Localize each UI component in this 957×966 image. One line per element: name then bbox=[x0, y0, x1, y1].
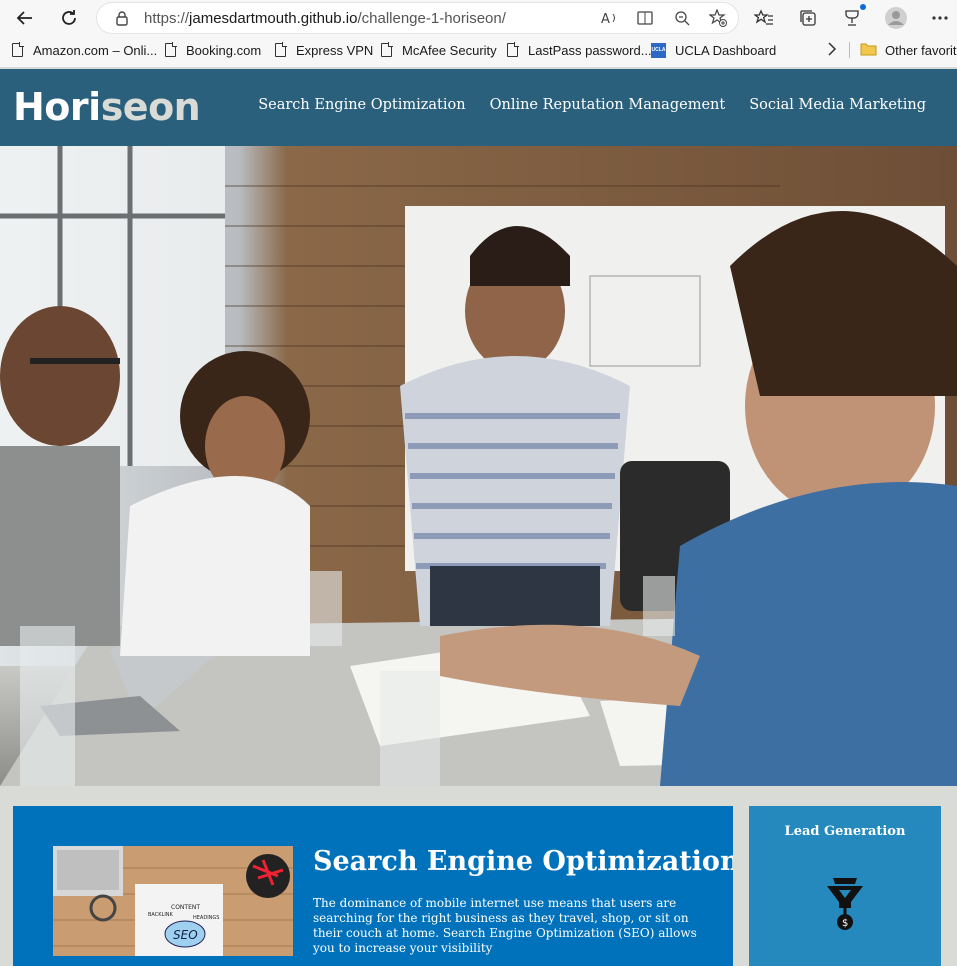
back-button[interactable] bbox=[10, 3, 40, 33]
svg-text:SEO: SEO bbox=[173, 928, 198, 942]
page-icon bbox=[275, 42, 287, 57]
bookmark-label: Amazon.com – Onli... bbox=[33, 42, 158, 58]
page-icon bbox=[12, 42, 24, 57]
collections-icon[interactable] bbox=[796, 6, 820, 30]
lock-icon[interactable] bbox=[113, 9, 131, 27]
profile-avatar[interactable] bbox=[884, 6, 908, 30]
address-row: https://jamesdartmouth.github.io/challen… bbox=[0, 0, 957, 36]
site-nav: Search Engine Optimization Online Reputa… bbox=[258, 97, 926, 113]
nav-link-social[interactable]: Social Media Marketing bbox=[749, 97, 926, 113]
url-text[interactable]: https://jamesdartmouth.github.io/challen… bbox=[144, 10, 506, 27]
seo-thumbnail: CONTENT HEADINGS BACKLINK SEO bbox=[53, 846, 293, 956]
benefit-title: Lead Generation bbox=[784, 824, 906, 839]
bookmark-label: UCLA Dashboard bbox=[675, 42, 777, 58]
section-body: The dominance of mobile internet use mea… bbox=[313, 896, 697, 955]
refresh-button[interactable] bbox=[54, 3, 84, 33]
bookmark-label: Other favorite bbox=[885, 42, 957, 58]
nav-link-reputation[interactable]: Online Reputation Management bbox=[490, 97, 726, 113]
page-icon bbox=[165, 42, 177, 57]
bookmark-mcafee[interactable]: McAfee Security bbox=[381, 42, 497, 58]
svg-text:$: $ bbox=[842, 918, 848, 929]
bookmarks-divider bbox=[849, 42, 850, 58]
bookmark-label: McAfee Security bbox=[402, 42, 497, 58]
arrow-left-icon bbox=[16, 11, 32, 25]
hero-image bbox=[0, 146, 957, 786]
url-scheme: https:// bbox=[144, 9, 190, 27]
refresh-icon bbox=[62, 10, 76, 25]
favorites-icon[interactable] bbox=[752, 6, 776, 30]
logo-part-2: seon bbox=[100, 85, 201, 129]
bookmark-lastpass[interactable]: LastPass password... bbox=[507, 42, 652, 58]
lead-generation-icon: $ bbox=[825, 876, 865, 945]
nav-link-seo[interactable]: Search Engine Optimization bbox=[258, 97, 465, 113]
url-host: jamesdartmouth.github.io bbox=[189, 9, 358, 27]
bookmark-amazon[interactable]: Amazon.com – Onli... bbox=[12, 42, 158, 58]
logo-part-1: Hori bbox=[13, 85, 101, 129]
bookmark-label: LastPass password... bbox=[528, 42, 652, 58]
svg-text:BACKLINK: BACKLINK bbox=[148, 912, 174, 918]
bookmarks-bar: Amazon.com – Onli... Booking.com Express… bbox=[0, 36, 957, 64]
bookmark-label: Express VPN bbox=[296, 42, 374, 58]
bookmark-ucla[interactable]: UCLA UCLA Dashboard bbox=[651, 42, 777, 58]
svg-text:HEADINGS: HEADINGS bbox=[193, 915, 219, 921]
site-header: Horiseon Search Engine Optimization Onli… bbox=[0, 69, 957, 146]
ucla-icon: UCLA bbox=[651, 42, 666, 58]
read-aloud-icon[interactable]: A bbox=[600, 8, 620, 28]
url-path: /challenge-1-horiseon/ bbox=[357, 9, 506, 27]
folder-icon bbox=[860, 42, 877, 59]
add-favorite-icon[interactable] bbox=[708, 8, 728, 28]
chevron-right-icon[interactable] bbox=[827, 42, 837, 59]
more-options-icon[interactable] bbox=[928, 6, 952, 30]
bookmark-expressvpn[interactable]: Express VPN bbox=[275, 42, 374, 58]
browser-chrome: https://jamesdartmouth.github.io/challen… bbox=[0, 0, 957, 68]
seo-section: CONTENT HEADINGS BACKLINK SEO Search Eng… bbox=[13, 806, 733, 966]
site-logo: Horiseon bbox=[13, 85, 201, 129]
section-title: Search Engine Optimization bbox=[313, 846, 733, 877]
page-icon bbox=[381, 42, 393, 57]
address-bar[interactable]: https://jamesdartmouth.github.io/challen… bbox=[97, 3, 738, 33]
svg-text:A: A bbox=[601, 12, 610, 26]
bookmark-booking[interactable]: Booking.com bbox=[165, 42, 262, 58]
svg-text:CONTENT: CONTENT bbox=[171, 904, 200, 911]
lead-generation-card: Lead Generation $ bbox=[749, 806, 941, 966]
extensions-icon[interactable] bbox=[840, 4, 866, 30]
other-favorites[interactable]: Other favorite bbox=[860, 42, 957, 59]
immersive-reader-icon[interactable] bbox=[636, 8, 656, 28]
bookmark-label: Booking.com bbox=[186, 42, 262, 58]
web-page: Horiseon Search Engine Optimization Onli… bbox=[0, 69, 957, 966]
zoom-icon[interactable] bbox=[672, 8, 692, 28]
page-icon bbox=[507, 42, 519, 57]
